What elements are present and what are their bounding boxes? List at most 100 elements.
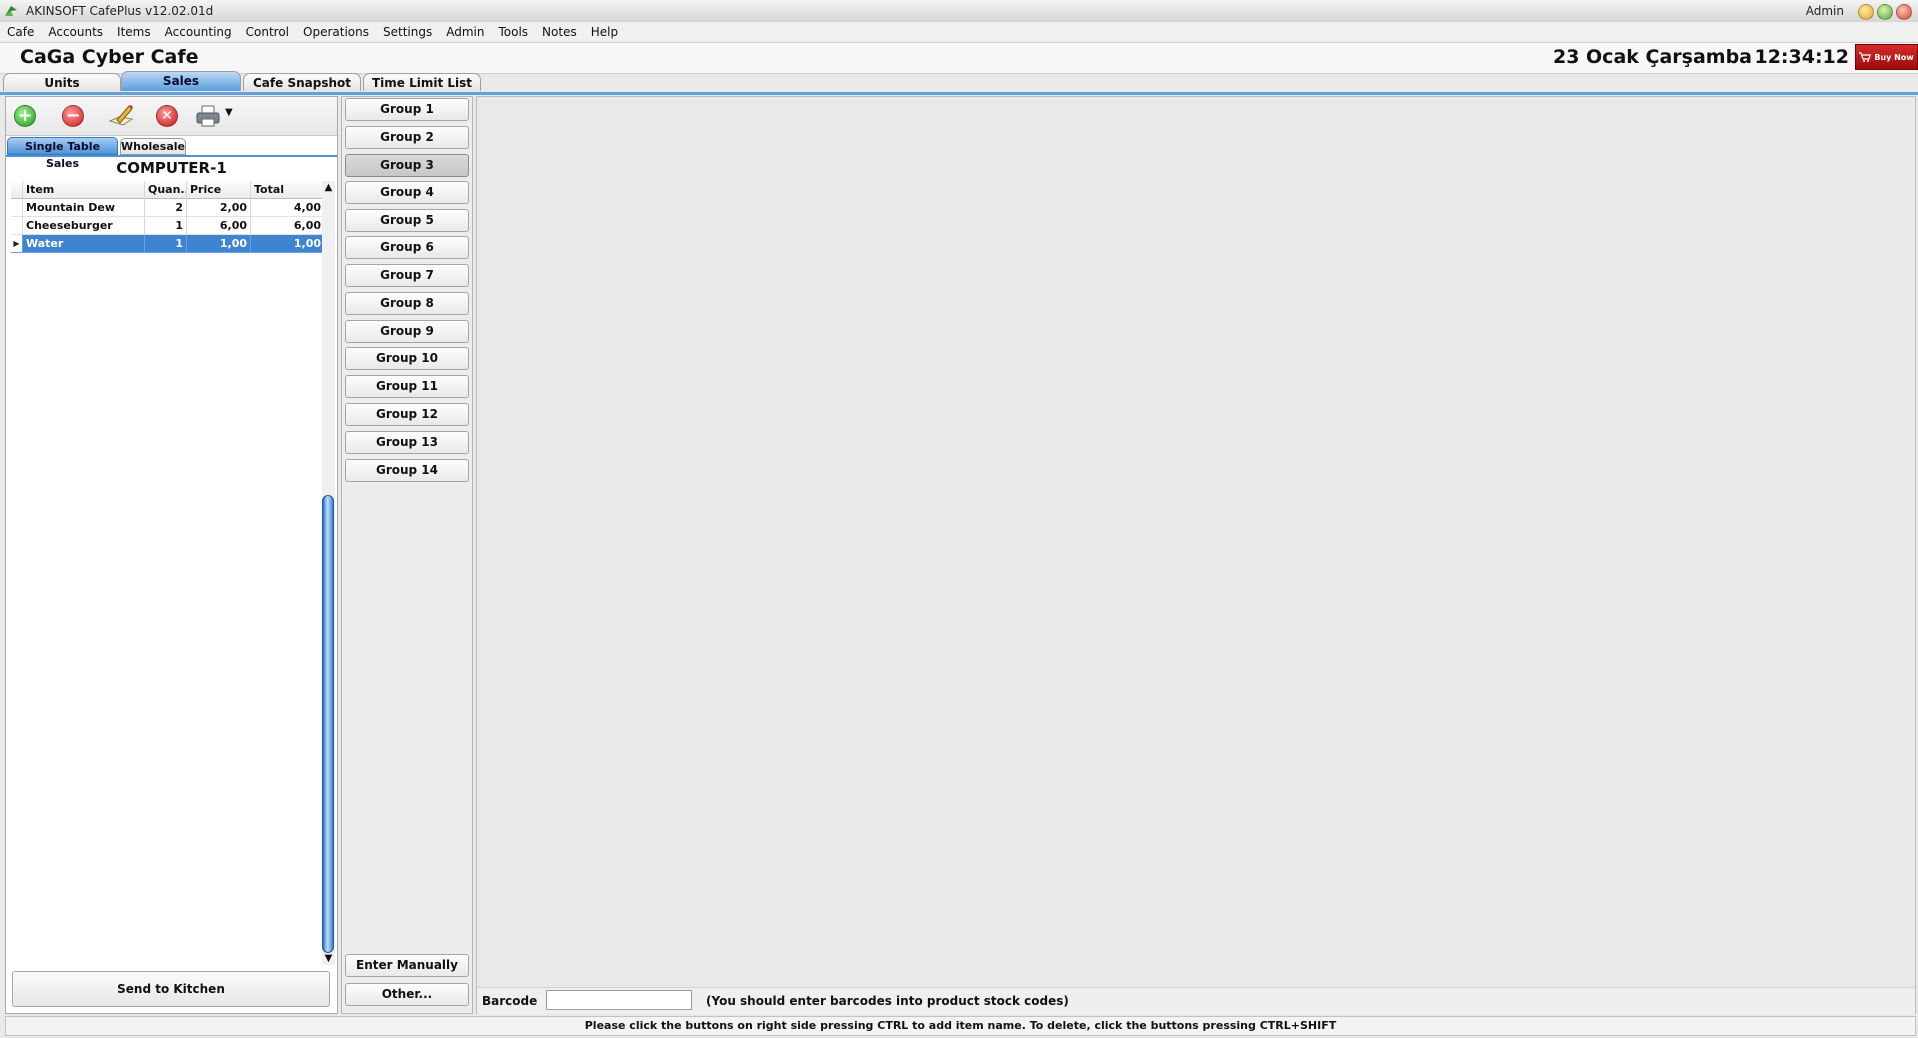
tab-time-limit-list[interactable]: Time Limit List [363, 73, 481, 91]
subtab-single-table-sales[interactable]: Single Table Sales [7, 137, 118, 170]
cart-icon [1859, 52, 1872, 62]
column-header-item[interactable]: Item [23, 181, 145, 199]
window-title: AKINSOFT CafePlus v12.02.01d [26, 4, 214, 18]
computer-name: COMPUTER-1 [116, 159, 227, 177]
table-row[interactable]: Mountain Dew 2 2,00 4,00 [11, 199, 325, 217]
scrollbar-thumb[interactable] [322, 495, 334, 953]
cell-total: 4,00 [251, 199, 325, 217]
enter-manually-button[interactable]: Enter Manually [345, 954, 469, 977]
tab-sales[interactable]: Sales [121, 71, 241, 91]
menu-cafe[interactable]: Cafe [0, 22, 41, 40]
cell-price: 1,00 [187, 235, 251, 253]
date-display: 23 Ocak Çarşamba [1552, 46, 1752, 68]
group-button-14[interactable]: Group 14 [345, 459, 469, 482]
menu-control[interactable]: Control [239, 22, 296, 40]
row-indicator: ▶ [11, 235, 23, 253]
menu-settings[interactable]: Settings [376, 22, 439, 40]
cell-item: Mountain Dew [23, 199, 145, 217]
maximize-button[interactable] [1877, 4, 1893, 20]
status-bar: Please click the buttons on right side p… [5, 1016, 1916, 1036]
cell-total: 6,00 [251, 217, 325, 235]
barcode-bar: Barcode (You should enter barcodes into … [477, 987, 1915, 1014]
cell-quantity: 2 [145, 199, 187, 217]
group-button-2[interactable]: Group 2 [345, 126, 469, 149]
cell-quantity: 1 [145, 235, 187, 253]
column-header-quantity[interactable]: Quan... [145, 181, 187, 199]
cell-item: Water [23, 235, 145, 253]
group-button-9[interactable]: Group 9 [345, 320, 469, 343]
cancel-sale-button[interactable]: ✕ [154, 103, 180, 129]
grid-scrollbar[interactable]: ▲ ▼ [322, 181, 335, 965]
minus-icon: − [62, 105, 84, 127]
buy-now-button[interactable]: Buy Now [1855, 44, 1918, 70]
group-button-5[interactable]: Group 5 [345, 209, 469, 232]
group-button-13[interactable]: Group 13 [345, 431, 469, 454]
menu-notes[interactable]: Notes [535, 22, 584, 40]
group-button-10[interactable]: Group 10 [345, 347, 469, 370]
cafe-name: CaGa Cyber Cafe [20, 46, 199, 68]
sales-toolbar: + − ✕ ▼ [6, 97, 337, 136]
products-area: Barcode (You should enter barcodes into … [476, 96, 1916, 1014]
cell-quantity: 1 [145, 217, 187, 235]
row-pointer-icon: ▶ [13, 239, 20, 248]
title-bar: AKINSOFT CafePlus v12.02.01d Admin [0, 0, 1918, 23]
cell-item: Cheeseburger [23, 217, 145, 235]
printer-icon [196, 105, 220, 127]
menu-bar: Cafe Accounts Items Accounting Control Operat… [0, 22, 1918, 43]
minimize-button[interactable] [1858, 4, 1874, 20]
scroll-down-icon[interactable]: ▼ [322, 952, 335, 965]
group-button-8[interactable]: Group 8 [345, 292, 469, 315]
delete-x-icon: ✕ [156, 105, 178, 127]
subtab-underline [6, 155, 337, 157]
group-button-1[interactable]: Group 1 [345, 98, 469, 121]
cell-price: 2,00 [187, 199, 251, 217]
group-button-12[interactable]: Group 12 [345, 403, 469, 426]
menu-tools[interactable]: Tools [491, 22, 535, 40]
group-button-3[interactable]: Group 3 [345, 154, 469, 177]
tab-underline [0, 92, 1918, 95]
column-header-price[interactable]: Price [187, 181, 251, 199]
tab-cafe-snapshot[interactable]: Cafe Snapshot [243, 73, 361, 91]
row-indicator [11, 217, 23, 235]
add-item-button[interactable]: + [12, 103, 38, 129]
column-header-total[interactable]: Total [251, 181, 325, 199]
row-indicator [11, 199, 23, 217]
row-indicator-header [11, 181, 23, 199]
table-row[interactable]: Cheeseburger 1 6,00 6,00 [11, 217, 325, 235]
main-tab-bar: Units Sales Cafe Snapshot Time Limit Lis… [0, 71, 1918, 93]
menu-operations[interactable]: Operations [296, 22, 376, 40]
tab-units[interactable]: Units [3, 73, 121, 91]
print-dropdown-icon[interactable]: ▼ [225, 107, 233, 118]
close-button[interactable] [1896, 4, 1912, 20]
cell-total: 1,00 [251, 235, 325, 253]
send-to-kitchen-button[interactable]: Send to Kitchen [12, 971, 330, 1007]
scroll-up-icon[interactable]: ▲ [322, 181, 335, 194]
header-bar: CaGa Cyber Cafe 23 Ocak Çarşamba 12:34:1… [0, 43, 1918, 74]
menu-accounts[interactable]: Accounts [41, 22, 110, 40]
app-logo-icon [5, 6, 17, 16]
plus-icon: + [14, 105, 36, 127]
buy-now-label: Buy Now [1874, 52, 1914, 62]
edit-item-button[interactable] [107, 103, 134, 129]
group-button-6[interactable]: Group 6 [345, 236, 469, 259]
subtab-wholesale[interactable]: Wholesale [120, 138, 186, 155]
barcode-hint: (You should enter barcodes into product … [706, 994, 1069, 1008]
menu-help[interactable]: Help [584, 22, 625, 40]
menu-admin[interactable]: Admin [439, 22, 491, 40]
table-row-selected[interactable]: ▶ Water 1 1,00 1,00 [11, 235, 325, 253]
menu-items[interactable]: Items [110, 22, 158, 40]
other-button[interactable]: Other... [345, 983, 469, 1006]
barcode-label: Barcode [482, 994, 538, 1008]
barcode-input[interactable] [546, 990, 692, 1010]
clock-display: 12:34:12 [1754, 46, 1849, 68]
print-button[interactable]: ▼ [194, 103, 240, 129]
remove-item-button[interactable]: − [60, 103, 86, 129]
groups-panel: Group 1 Group 2 Group 3 Group 4 Group 5 … [341, 96, 473, 1014]
group-button-7[interactable]: Group 7 [345, 264, 469, 287]
edit-pencil-icon [108, 105, 134, 126]
group-button-11[interactable]: Group 11 [345, 375, 469, 398]
group-button-4[interactable]: Group 4 [345, 181, 469, 204]
current-user: Admin [1805, 4, 1844, 18]
cell-price: 6,00 [187, 217, 251, 235]
menu-accounting[interactable]: Accounting [158, 22, 239, 40]
